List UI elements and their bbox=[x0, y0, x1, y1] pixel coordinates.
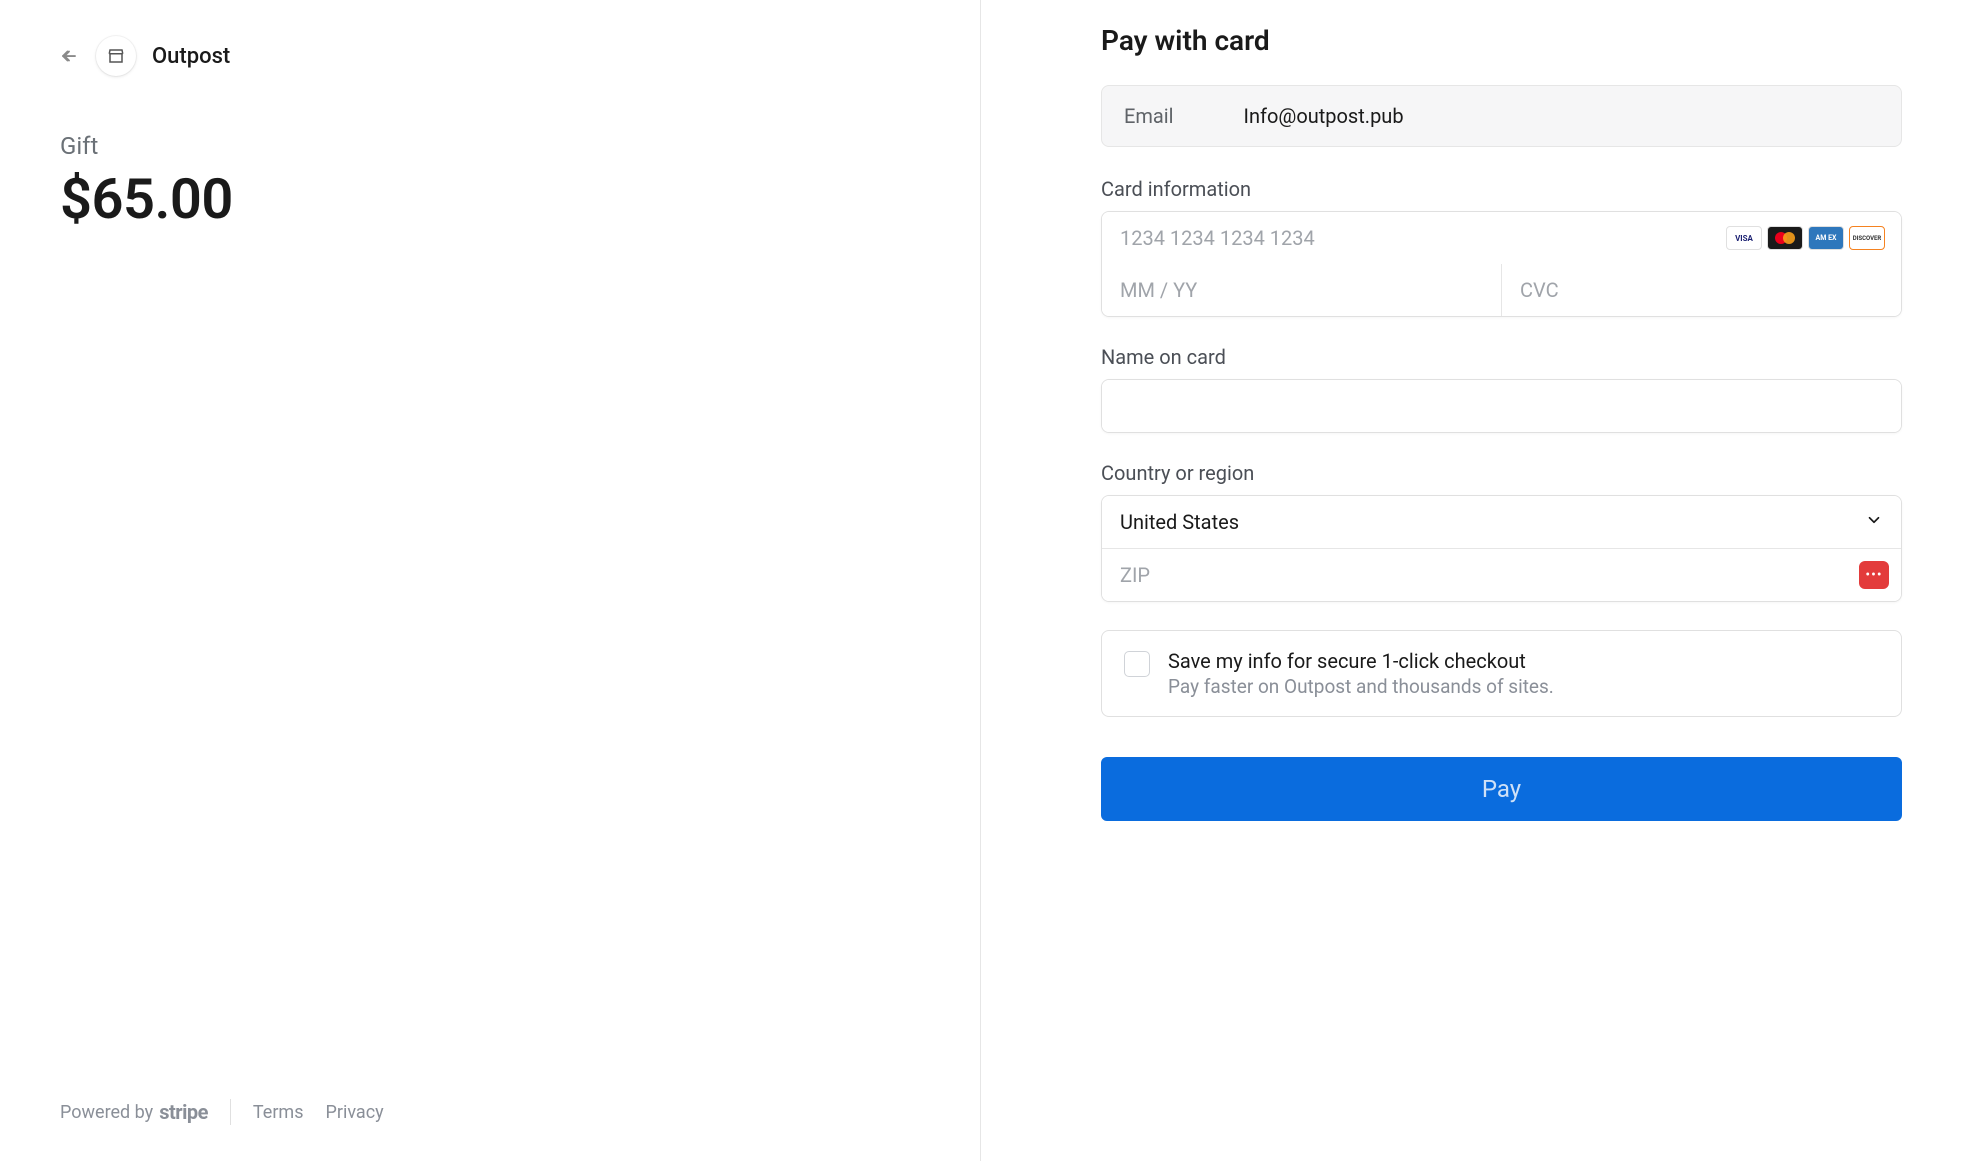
card-expiry-field[interactable] bbox=[1102, 264, 1501, 316]
zip-field[interactable]: ••• bbox=[1102, 548, 1901, 601]
pay-button[interactable]: Pay bbox=[1101, 757, 1902, 821]
name-section-label: Name on card bbox=[1101, 345, 1902, 369]
card-section-label: Card information bbox=[1101, 177, 1902, 201]
country-select[interactable]: United States bbox=[1120, 510, 1883, 534]
save-info-label: Save my info for secure 1-click checkout bbox=[1168, 649, 1554, 673]
country-section-label: Country or region bbox=[1101, 461, 1902, 485]
save-info-sublabel: Pay faster on Outpost and thousands of s… bbox=[1168, 675, 1554, 698]
card-field-group: VISA AM EX DISCOVER bbox=[1101, 211, 1902, 317]
summary-panel: Outpost Gift $65.00 Powered by stripe Te… bbox=[0, 0, 981, 1161]
privacy-link[interactable]: Privacy bbox=[326, 1102, 384, 1123]
country-field[interactable]: United States bbox=[1102, 496, 1901, 548]
card-number-field[interactable]: VISA AM EX DISCOVER bbox=[1102, 212, 1901, 264]
payment-panel: Pay with card Email Info@outpost.pub Car… bbox=[981, 0, 1962, 1161]
mastercard-icon bbox=[1767, 226, 1803, 250]
amex-icon: AM EX bbox=[1808, 226, 1844, 250]
stripe-logo: stripe bbox=[159, 1100, 208, 1124]
name-field-group bbox=[1101, 379, 1902, 433]
name-field[interactable] bbox=[1102, 380, 1901, 432]
visa-icon: VISA bbox=[1726, 226, 1762, 250]
card-cvc-input[interactable] bbox=[1520, 278, 1883, 302]
name-input[interactable] bbox=[1120, 394, 1883, 418]
zip-input[interactable] bbox=[1120, 563, 1883, 587]
product-price: $65.00 bbox=[60, 166, 921, 232]
country-field-group: United States ••• bbox=[1101, 495, 1902, 602]
email-label: Email bbox=[1124, 104, 1174, 128]
save-info-box: Save my info for secure 1-click checkout… bbox=[1101, 630, 1902, 717]
save-info-checkbox[interactable] bbox=[1124, 651, 1150, 677]
card-cvc-field[interactable] bbox=[1501, 264, 1901, 316]
product-name: Gift bbox=[60, 132, 921, 160]
email-display: Email Info@outpost.pub bbox=[1101, 85, 1902, 147]
card-expiry-input[interactable] bbox=[1120, 278, 1483, 302]
email-value: Info@outpost.pub bbox=[1244, 104, 1404, 128]
back-arrow-icon[interactable] bbox=[60, 47, 78, 65]
card-brand-icons: VISA AM EX DISCOVER bbox=[1726, 226, 1885, 250]
merchant-name: Outpost bbox=[152, 44, 230, 69]
discover-icon: DISCOVER bbox=[1849, 226, 1885, 250]
powered-by-stripe[interactable]: Powered by stripe bbox=[60, 1100, 208, 1124]
footer-divider bbox=[230, 1099, 231, 1125]
powered-by-label: Powered by bbox=[60, 1102, 153, 1123]
autofill-icon[interactable]: ••• bbox=[1859, 561, 1889, 589]
terms-link[interactable]: Terms bbox=[253, 1102, 304, 1123]
page-title: Pay with card bbox=[1101, 24, 1902, 57]
merchant-logo bbox=[96, 36, 136, 76]
